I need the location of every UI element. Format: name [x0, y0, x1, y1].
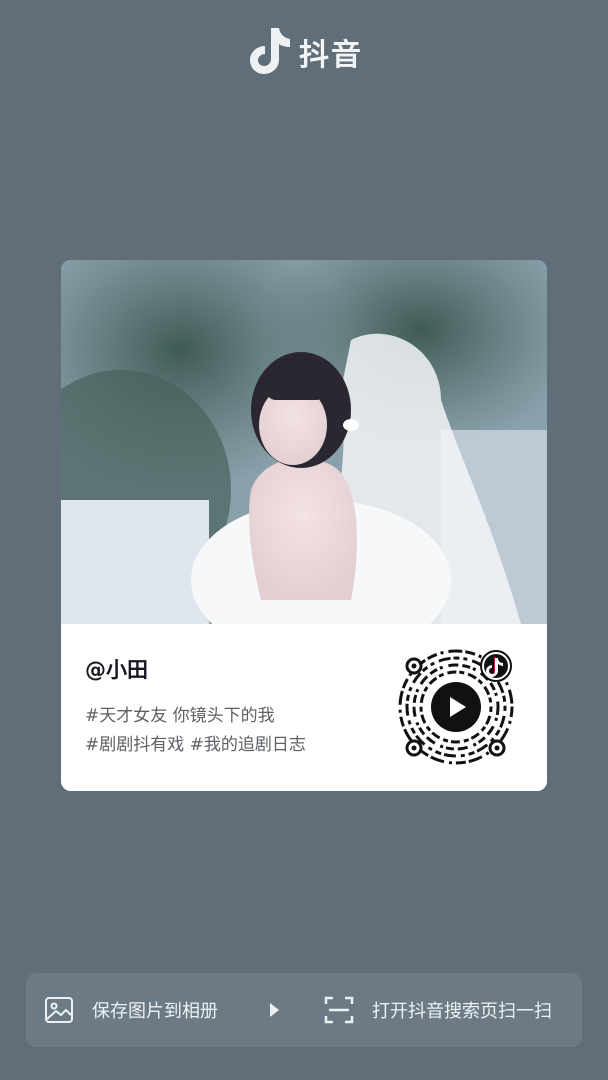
scan-label: 打开抖音搜索页扫一扫 — [372, 1001, 552, 1022]
douyin-note-icon — [245, 24, 291, 80]
hashtag-line[interactable]: #剧剧抖有戏 #我的追剧日志 — [85, 731, 385, 760]
scan-button[interactable]: 打开抖音搜索页扫一扫 — [322, 973, 552, 1047]
save-image-label: 保存图片到相册 — [92, 1001, 218, 1022]
image-icon — [42, 993, 76, 1027]
save-image-button[interactable]: 保存图片到相册 — [42, 973, 218, 1047]
card-info: @小田 #天才女友 你镜头下的我 #剧剧抖有戏 #我的追剧日志 — [61, 624, 547, 791]
qr-code — [395, 646, 517, 768]
username[interactable]: @小田 — [85, 654, 148, 684]
douyin-logo: 抖音 — [0, 24, 608, 80]
share-card: @小田 #天才女友 你镜头下的我 #剧剧抖有戏 #我的追剧日志 — [61, 260, 547, 791]
hashtag-line[interactable]: #天才女友 你镜头下的我 — [85, 702, 385, 731]
brand-name: 抖音 — [299, 38, 363, 73]
bottom-bar: 保存图片到相册 打开抖音搜索页扫一扫 — [26, 973, 582, 1047]
scan-icon — [322, 993, 356, 1027]
play-arrow-icon — [270, 1003, 279, 1017]
hashtags: #天才女友 你镜头下的我 #剧剧抖有戏 #我的追剧日志 — [85, 702, 385, 760]
bride-photo — [61, 260, 547, 624]
